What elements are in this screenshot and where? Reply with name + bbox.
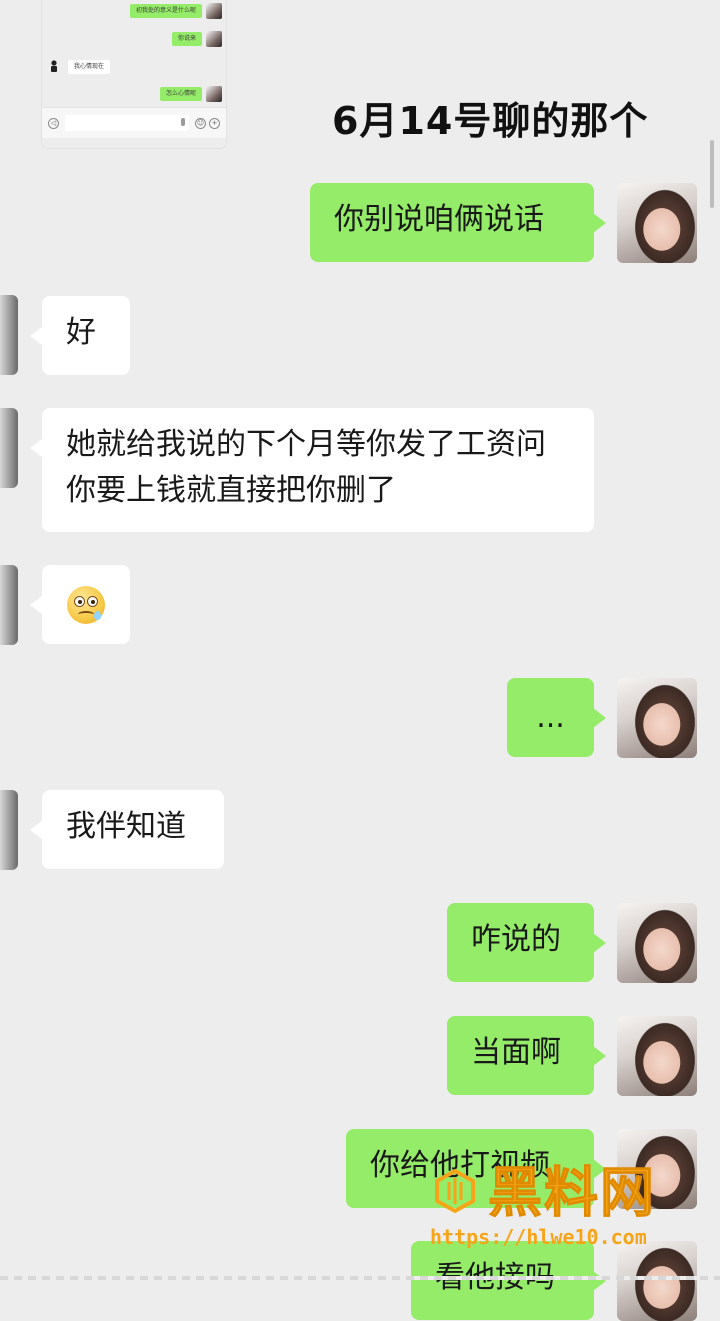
thumb-bubble: 怎么心情呢 bbox=[159, 87, 202, 101]
my-avatar[interactable] bbox=[617, 903, 697, 983]
outgoing-message[interactable]: 你别说咱俩说话 bbox=[310, 183, 606, 262]
voice-toggle-icon: ◁ bbox=[48, 117, 59, 129]
bottom-divider bbox=[0, 1276, 720, 1280]
scrollbar[interactable] bbox=[710, 140, 714, 208]
plus-icon: + bbox=[209, 117, 220, 129]
thumb-message-row: 我心情现在 bbox=[48, 58, 111, 76]
thumb-bubble: 我心情现在 bbox=[68, 60, 111, 74]
emoji-icon: ☺ bbox=[195, 117, 206, 129]
thumb-message-row: 你说来 bbox=[171, 30, 222, 48]
outgoing-message[interactable]: 看他接吗 bbox=[411, 1241, 606, 1320]
page-title: 6月14号聊的那个 bbox=[332, 99, 649, 143]
outgoing-message[interactable]: ... bbox=[507, 678, 606, 757]
watermark-url: https://hlwe10.com bbox=[430, 1225, 647, 1249]
watermark: 黑料网 https://hlwe10.com bbox=[430, 1161, 700, 1249]
my-avatar[interactable] bbox=[617, 678, 697, 758]
outgoing-message[interactable]: 咋说的 bbox=[447, 903, 606, 982]
contact-avatar[interactable] bbox=[0, 565, 18, 645]
woozy-face-emoji-icon bbox=[67, 585, 105, 624]
incoming-message[interactable]: 好 bbox=[30, 296, 130, 375]
contact-avatar[interactable] bbox=[0, 295, 18, 375]
inset-chat-thumbnail: 初我处的意义是什么呢 你说来 我心情现在 怎么心情呢 ◁ ☺ + bbox=[42, 0, 226, 148]
thumb-avatar bbox=[206, 31, 222, 47]
my-avatar[interactable] bbox=[617, 1016, 697, 1096]
watermark-logo-icon bbox=[435, 1168, 475, 1214]
thumb-bubble: 初我处的意义是什么呢 bbox=[129, 4, 202, 18]
thumb-input-bar: ◁ ☺ + bbox=[42, 107, 226, 138]
mic-icon bbox=[181, 118, 185, 126]
incoming-message[interactable]: 我伴知道 bbox=[30, 790, 224, 869]
my-avatar[interactable] bbox=[617, 183, 697, 263]
thumb-text-input bbox=[65, 115, 189, 131]
thumb-avatar bbox=[206, 86, 222, 102]
message-text: ... bbox=[536, 699, 565, 735]
my-avatar[interactable] bbox=[617, 1241, 697, 1321]
incoming-message[interactable]: 她就给我说的下个月等你发了工资问你要上钱就直接把你删了 bbox=[30, 408, 594, 532]
contact-avatar[interactable] bbox=[0, 790, 18, 870]
thumb-contact-avatar bbox=[51, 60, 57, 72]
thumb-avatar bbox=[206, 3, 222, 19]
contact-avatar[interactable] bbox=[0, 408, 18, 488]
outgoing-message[interactable]: 当面啊 bbox=[447, 1016, 606, 1095]
thumb-message-row: 怎么心情呢 bbox=[159, 85, 222, 103]
watermark-name: 黑料网 bbox=[488, 1161, 656, 1224]
incoming-emoji-message[interactable] bbox=[30, 565, 130, 644]
thumb-bubble: 你说来 bbox=[171, 32, 202, 46]
thumb-message-row: 初我处的意义是什么呢 bbox=[129, 2, 222, 20]
